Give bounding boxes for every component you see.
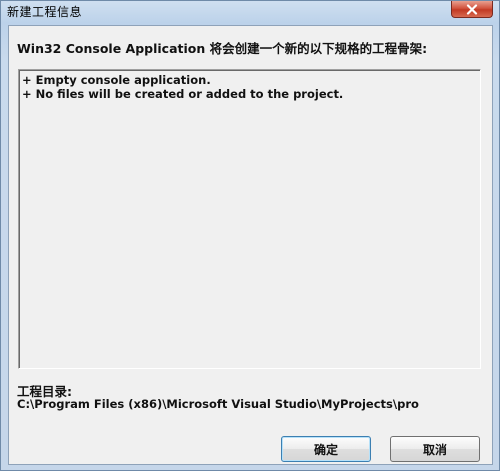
window-title: 新建工程信息 <box>7 5 83 19</box>
dialog-client-area: Win32 Console Application 将会创建一个新的以下规格的工… <box>8 25 493 465</box>
title-bar[interactable]: 新建工程信息 <box>1 1 499 23</box>
project-description: Win32 Console Application 将会创建一个新的以下规格的工… <box>17 41 428 56</box>
project-info-box[interactable]: + Empty console application. + No files … <box>18 69 481 369</box>
info-line-empty-app: + Empty console application. <box>22 73 211 87</box>
info-line-no-files: + No files will be created or added to t… <box>22 87 344 101</box>
close-button[interactable] <box>451 1 493 18</box>
close-icon <box>466 3 478 15</box>
ok-button[interactable]: 确定 <box>281 436 371 462</box>
project-directory-path: C:\Program Files (x86)\Microsoft Visual … <box>17 397 419 411</box>
dialog-window: 新建工程信息 Win32 Console Application 将会创建一个新… <box>0 0 500 471</box>
cancel-button[interactable]: 取消 <box>390 436 480 462</box>
